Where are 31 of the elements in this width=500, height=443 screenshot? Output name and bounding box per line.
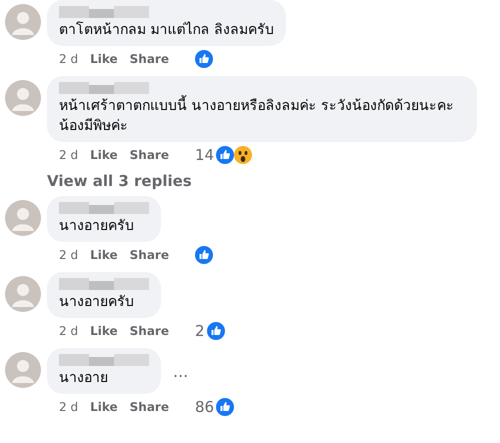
like-reaction-icon[interactable] <box>216 398 234 416</box>
comment-text: นางอายครับ <box>59 293 135 312</box>
comment-time: 2 d <box>59 324 78 338</box>
reaction-count: 2 <box>194 322 205 340</box>
comment-text: นางอายครับ <box>59 217 135 236</box>
share-button[interactable]: Share <box>130 148 169 162</box>
comment-text: นางอาย <box>59 369 109 388</box>
comment-text: ตาโตหน้ากลม มาแต่ไกล ลิงลมครับ <box>59 20 274 40</box>
comment-time: 2 d <box>59 400 78 414</box>
share-button[interactable]: Share <box>130 400 169 414</box>
like-reaction-icon[interactable] <box>194 246 213 264</box>
share-button[interactable]: Share <box>130 324 169 338</box>
comment-time: 2 d <box>59 52 78 66</box>
share-button[interactable]: Share <box>130 52 169 66</box>
like-button[interactable]: Like <box>90 324 118 338</box>
share-button[interactable]: Share <box>130 248 169 262</box>
like-button[interactable]: Like <box>90 148 118 162</box>
like-button[interactable]: Like <box>90 52 118 66</box>
view-replies-link[interactable]: View all 3 replies <box>5 172 192 190</box>
reaction-count: 14 <box>194 146 214 164</box>
comment-time: 2 d <box>59 148 78 162</box>
comment-time: 2 d <box>59 248 78 262</box>
like-button[interactable]: Like <box>90 248 118 262</box>
wow-reaction-icon[interactable] <box>234 146 252 164</box>
comment-text: หน้าเศร้าตาตกแบบนี้ นางอายหรือลิงลมค่ะ ระวังน้องกัดด้วยนะคะ น้องมีพิษค่ะ <box>59 96 465 136</box>
like-reaction-icon[interactable] <box>194 50 213 68</box>
more-options-button[interactable]: ... <box>173 362 188 380</box>
reaction-count: 86 <box>194 398 214 416</box>
like-button[interactable]: Like <box>90 400 118 414</box>
like-reaction-icon[interactable] <box>206 322 225 340</box>
like-reaction-icon[interactable] <box>216 146 234 164</box>
